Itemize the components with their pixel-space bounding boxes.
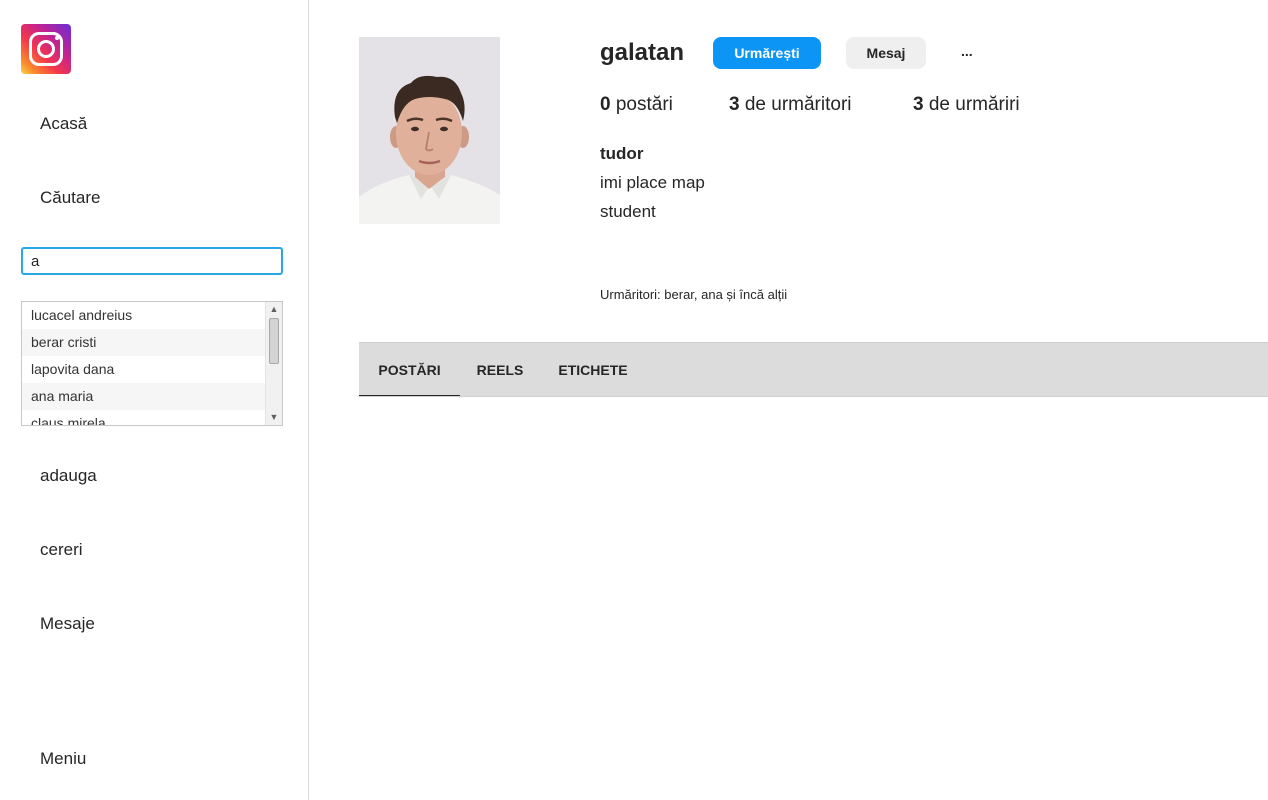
posts-label: postări <box>615 94 673 115</box>
scroll-up-icon[interactable]: ▲ <box>266 302 282 317</box>
message-button[interactable]: Mesaj <box>846 37 926 69</box>
results-scrollbar[interactable]: ▲ ▼ <box>265 302 282 425</box>
search-result-item[interactable]: berar cristi <box>22 329 282 356</box>
posts-count: 0 <box>600 94 611 115</box>
nav-search[interactable]: Căutare <box>40 188 100 208</box>
stat-followers[interactable]: 3 de urmăritori <box>729 94 852 116</box>
profile-username: galatan <box>600 39 685 66</box>
bio-line: imi place map <box>600 173 705 192</box>
profile-avatar <box>359 37 500 224</box>
search-result-item[interactable]: claus mirela <box>22 410 282 425</box>
followers-label: de urmăritori <box>744 94 852 115</box>
nav-add[interactable]: adauga <box>40 466 97 486</box>
following-button[interactable]: Urmărești <box>713 37 821 69</box>
logo-flash-dot <box>55 36 59 40</box>
following-label: de urmăriri <box>928 94 1020 115</box>
search-result-item[interactable]: lucacel andreius <box>22 302 282 329</box>
scrollbar-thumb[interactable] <box>269 318 279 364</box>
nav-messages[interactable]: Mesaje <box>40 614 95 634</box>
followed-by-text[interactable]: Urmăritori: berar, ana și încă alții <box>600 287 787 302</box>
nav-requests[interactable]: cereri <box>40 540 83 560</box>
stat-following[interactable]: 3 de urmăriri <box>913 94 1020 116</box>
search-input[interactable] <box>21 247 283 275</box>
profile-tabs: POSTĂRI REELS ETICHETE <box>359 342 1268 397</box>
tab-tagged[interactable]: ETICHETE <box>551 343 635 397</box>
more-options-button[interactable]: ... <box>961 43 973 59</box>
search-results-list[interactable]: lucacel andreius berar cristi lapovita d… <box>21 301 283 426</box>
search-result-item[interactable]: lapovita dana <box>22 356 282 383</box>
tab-posts[interactable]: POSTĂRI <box>359 343 460 397</box>
followers-count: 3 <box>729 94 740 115</box>
scroll-down-icon[interactable]: ▼ <box>266 410 282 425</box>
bio-line: student <box>600 202 656 221</box>
profile-full-name: tudor <box>600 144 644 163</box>
sidebar: Acasă Căutare lucacel andreius berar cri… <box>0 0 309 800</box>
logo-lens <box>37 40 55 58</box>
stat-posts: 0 postări <box>600 94 673 116</box>
nav-home[interactable]: Acasă <box>40 114 87 134</box>
search-result-item[interactable]: ana maria <box>22 383 282 410</box>
tab-reels[interactable]: REELS <box>467 343 533 397</box>
nav-menu[interactable]: Meniu <box>40 749 86 769</box>
tabs-divider <box>359 396 1268 397</box>
avatar-photo <box>359 37 500 224</box>
following-count: 3 <box>913 94 924 115</box>
instagram-icon[interactable] <box>21 24 71 74</box>
